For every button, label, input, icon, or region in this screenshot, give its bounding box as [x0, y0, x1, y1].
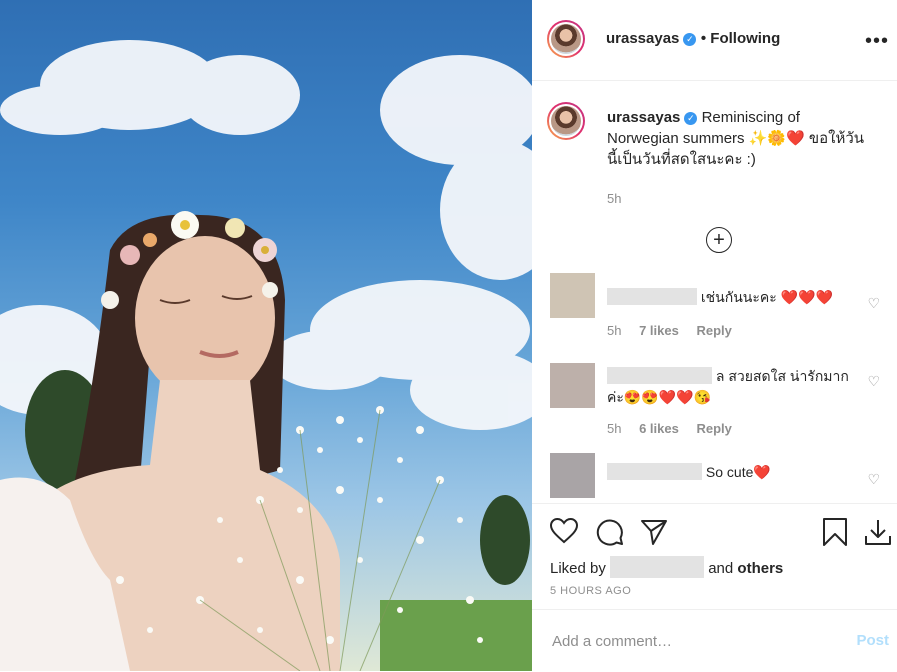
comment-like-heart-icon[interactable]: ♡ — [867, 295, 880, 312]
commenter-username-redacted[interactable] — [607, 288, 697, 305]
paper-plane-icon[interactable] — [640, 518, 668, 546]
liked-by-prefix: Liked by — [550, 560, 606, 577]
comment-item: เช่นกันนะคะ ❤️❤️❤️ 5h 7 likes Reply ♡ — [550, 273, 890, 363]
verified-badge-icon: ✓ — [684, 112, 698, 125]
caption-username[interactable]: urassayas — [607, 109, 680, 126]
comment-like-heart-icon[interactable]: ♡ — [867, 373, 880, 390]
following-status[interactable]: • Following — [701, 30, 780, 47]
post-header: urassayas ✓ • Following ••• — [532, 0, 897, 81]
reply-button[interactable]: Reply — [696, 421, 731, 436]
post-actions: Liked by and others 5 HOURS AGO — [532, 503, 897, 609]
liked-by-and: and — [708, 560, 734, 577]
caption-avatar[interactable] — [547, 102, 585, 140]
comment-time[interactable]: 5h — [607, 323, 621, 338]
comment-time[interactable]: 5h — [607, 421, 621, 436]
caption: urassayas ✓ Reminiscing of Norwegian summ… — [607, 107, 867, 209]
commenter-avatar[interactable] — [550, 453, 595, 498]
comment-like-heart-icon[interactable]: ♡ — [867, 471, 880, 488]
more-options-icon[interactable]: ••• — [865, 30, 889, 53]
comment-body: เช่นกันนะคะ ❤️❤️❤️ — [607, 287, 857, 308]
liker-username-redacted[interactable] — [610, 556, 705, 578]
post-comment-button[interactable]: Post — [856, 632, 889, 649]
comment-body: So cute❤️ — [607, 462, 857, 483]
verified-badge-icon: ✓ — [683, 33, 697, 46]
comment-icon[interactable] — [596, 518, 624, 546]
comment-item: ล สวยสดใส น่ารักมากค่ะ😍😍❤️❤️😘 5h 6 likes… — [550, 363, 890, 453]
photo-scene — [0, 40, 532, 671]
commenter-username-redacted[interactable] — [607, 367, 712, 384]
commenter-avatar[interactable] — [550, 363, 595, 408]
caption-time[interactable]: 5h — [607, 191, 621, 206]
likes-others-link[interactable]: others — [737, 560, 783, 577]
commenter-avatar[interactable] — [550, 273, 595, 318]
comment-body: ล สวยสดใส น่ารักมากค่ะ😍😍❤️❤️😘 — [607, 366, 857, 408]
bookmark-icon[interactable] — [822, 518, 848, 546]
reply-button[interactable]: Reply — [696, 323, 731, 338]
post-side-panel: urassayas ✓ • Following ••• urassayas ✓ Re… — [532, 0, 897, 671]
author-avatar[interactable] — [547, 20, 585, 58]
add-comment-bar: Post — [532, 609, 897, 672]
comment-text: So cute❤️ — [705, 464, 771, 480]
comment-meta: 5h 6 likes Reply — [607, 421, 746, 436]
likes-line: Liked by and others — [550, 556, 783, 578]
comment-text: เช่นกันนะคะ ❤️❤️❤️ — [700, 289, 833, 305]
author-line: urassayas ✓ • Following — [606, 30, 780, 48]
comment-item: So cute❤️ ♡ — [550, 453, 890, 503]
add-comment-input[interactable] — [550, 632, 844, 651]
heart-icon[interactable] — [550, 518, 578, 544]
download-icon[interactable] — [864, 518, 892, 546]
load-more-comments-icon[interactable]: + — [706, 227, 732, 253]
author-username[interactable]: urassayas — [606, 30, 679, 47]
commenter-username-redacted[interactable] — [607, 463, 702, 480]
comment-likes[interactable]: 6 likes — [639, 421, 679, 436]
comment-likes[interactable]: 7 likes — [639, 323, 679, 338]
post-timestamp[interactable]: 5 HOURS AGO — [550, 585, 631, 597]
post-photo[interactable] — [0, 0, 532, 671]
comment-meta: 5h 7 likes Reply — [607, 323, 746, 338]
